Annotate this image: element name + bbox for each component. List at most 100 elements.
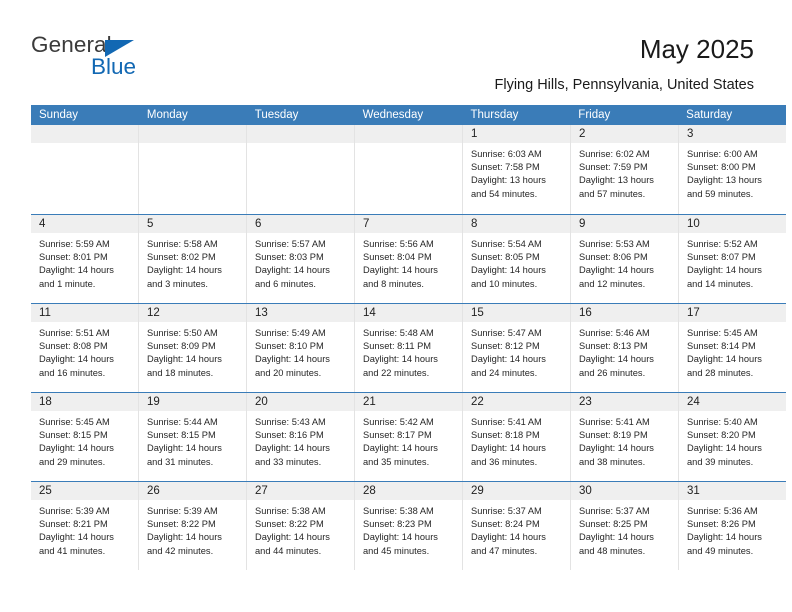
- calendar-day-cell[interactable]: 31 Sunrise: 5:36 AM Sunset: 8:26 PM Dayligh…: [678, 482, 786, 570]
- calendar-day-cell[interactable]: 9 Sunrise: 5:53 AM Sunset: 8:06 PM Daylight…: [570, 215, 678, 303]
- day-number: 17: [679, 304, 786, 322]
- calendar-day-cell[interactable]: 30 Sunrise: 5:37 AM Sunset: 8:25 PM Dayligh…: [570, 482, 678, 570]
- calendar-day-cell-empty: [138, 125, 246, 214]
- day-number: 13: [247, 304, 354, 322]
- day-sun-info: Sunrise: 5:45 AM Sunset: 8:14 PM Daylight:…: [679, 322, 786, 380]
- sunset-text: Sunset: 8:01 PM: [39, 252, 108, 263]
- calendar-week-row: 4 Sunrise: 5:59 AM Sunset: 8:01 PM Daylight…: [31, 214, 786, 303]
- daylight-text: Daylight: 14 hours and 18 minutes.: [147, 354, 222, 378]
- sunset-text: Sunset: 8:16 PM: [255, 430, 324, 441]
- sunrise-text: Sunrise: 5:51 AM: [39, 328, 110, 338]
- sunrise-text: Sunrise: 5:46 AM: [579, 328, 650, 338]
- calendar-day-cell[interactable]: 6 Sunrise: 5:57 AM Sunset: 8:03 PM Daylight…: [246, 215, 354, 303]
- calendar-day-cell[interactable]: 24 Sunrise: 5:40 AM Sunset: 8:20 PM Dayligh…: [678, 393, 786, 481]
- calendar-day-cell[interactable]: 21 Sunrise: 5:42 AM Sunset: 8:17 PM Dayligh…: [354, 393, 462, 481]
- sunrise-text: Sunrise: 5:53 AM: [579, 239, 650, 249]
- calendar-day-cell[interactable]: 28 Sunrise: 5:38 AM Sunset: 8:23 PM Dayligh…: [354, 482, 462, 570]
- day-number: 12: [139, 304, 246, 322]
- calendar-day-cell[interactable]: 8 Sunrise: 5:54 AM Sunset: 8:05 PM Daylight…: [462, 215, 570, 303]
- daylight-text: Daylight: 14 hours and 42 minutes.: [147, 532, 222, 556]
- sunrise-text: Sunrise: 5:45 AM: [39, 417, 110, 427]
- sunset-text: Sunset: 8:06 PM: [579, 252, 648, 263]
- day-sun-info: Sunrise: 6:00 AM Sunset: 8:00 PM Daylight:…: [679, 143, 786, 201]
- calendar-day-cell[interactable]: 17 Sunrise: 5:45 AM Sunset: 8:14 PM Dayligh…: [678, 304, 786, 392]
- calendar-day-cell[interactable]: 3 Sunrise: 6:00 AM Sunset: 8:00 PM Daylight…: [678, 125, 786, 214]
- weekday-header-thursday: Thursday: [470, 109, 519, 121]
- calendar-day-cell[interactable]: 14 Sunrise: 5:48 AM Sunset: 8:11 PM Dayligh…: [354, 304, 462, 392]
- calendar-day-cell[interactable]: 1 Sunrise: 6:03 AM Sunset: 7:58 PM Daylight…: [462, 125, 570, 214]
- calendar-day-cell[interactable]: 19 Sunrise: 5:44 AM Sunset: 8:15 PM Dayligh…: [138, 393, 246, 481]
- sunset-text: Sunset: 8:00 PM: [687, 162, 756, 173]
- sunset-text: Sunset: 8:03 PM: [255, 252, 324, 263]
- day-number: 31: [679, 482, 786, 500]
- general-blue-logo[interactable]: General Blue: [31, 33, 261, 86]
- calendar-day-cell[interactable]: 18 Sunrise: 5:45 AM Sunset: 8:15 PM Dayligh…: [31, 393, 138, 481]
- day-sun-info: Sunrise: 5:57 AM Sunset: 8:03 PM Daylight:…: [247, 233, 354, 291]
- calendar-day-cell[interactable]: 22 Sunrise: 5:41 AM Sunset: 8:18 PM Dayligh…: [462, 393, 570, 481]
- daylight-text: Daylight: 14 hours and 26 minutes.: [579, 354, 654, 378]
- sunset-text: Sunset: 8:20 PM: [687, 430, 756, 441]
- weekday-header-tuesday: Tuesday: [254, 109, 299, 121]
- sunrise-text: Sunrise: 5:40 AM: [687, 417, 758, 427]
- sunset-text: Sunset: 8:13 PM: [579, 341, 648, 352]
- sunrise-text: Sunrise: 5:48 AM: [363, 328, 434, 338]
- calendar-day-cell[interactable]: 20 Sunrise: 5:43 AM Sunset: 8:16 PM Dayligh…: [246, 393, 354, 481]
- calendar-day-cell[interactable]: 10 Sunrise: 5:52 AM Sunset: 8:07 PM Dayligh…: [678, 215, 786, 303]
- calendar-day-cell[interactable]: 25 Sunrise: 5:39 AM Sunset: 8:21 PM Dayligh…: [31, 482, 138, 570]
- daylight-text: Daylight: 14 hours and 6 minutes.: [255, 265, 330, 289]
- calendar-week-row: 25 Sunrise: 5:39 AM Sunset: 8:21 PM Dayligh…: [31, 481, 786, 570]
- calendar-day-cell[interactable]: 7 Sunrise: 5:56 AM Sunset: 8:04 PM Daylight…: [354, 215, 462, 303]
- calendar-day-cell[interactable]: 13 Sunrise: 5:49 AM Sunset: 8:10 PM Dayligh…: [246, 304, 354, 392]
- day-sun-info: Sunrise: 5:56 AM Sunset: 8:04 PM Daylight:…: [355, 233, 462, 291]
- calendar-day-cell[interactable]: 4 Sunrise: 5:59 AM Sunset: 8:01 PM Daylight…: [31, 215, 138, 303]
- sunset-text: Sunset: 8:17 PM: [363, 430, 432, 441]
- daylight-text: Daylight: 14 hours and 41 minutes.: [39, 532, 114, 556]
- day-sun-info: Sunrise: 5:38 AM Sunset: 8:23 PM Daylight:…: [355, 500, 462, 558]
- daylight-text: Daylight: 14 hours and 33 minutes.: [255, 443, 330, 467]
- sunset-text: Sunset: 8:22 PM: [147, 519, 216, 530]
- calendar-body: 1 Sunrise: 6:03 AM Sunset: 7:58 PM Daylight…: [31, 125, 786, 570]
- weekday-header-wednesday: Wednesday: [362, 109, 424, 121]
- daylight-text: Daylight: 14 hours and 31 minutes.: [147, 443, 222, 467]
- calendar-day-cell[interactable]: 27 Sunrise: 5:38 AM Sunset: 8:22 PM Dayligh…: [246, 482, 354, 570]
- day-number: 11: [31, 304, 138, 322]
- calendar-day-cell[interactable]: 15 Sunrise: 5:47 AM Sunset: 8:12 PM Dayligh…: [462, 304, 570, 392]
- day-number: 2: [571, 125, 678, 143]
- day-number: 19: [139, 393, 246, 411]
- sunset-text: Sunset: 8:15 PM: [39, 430, 108, 441]
- day-sun-info: Sunrise: 5:36 AM Sunset: 8:26 PM Daylight:…: [679, 500, 786, 558]
- day-sun-info: Sunrise: 5:40 AM Sunset: 8:20 PM Daylight:…: [679, 411, 786, 469]
- sunset-text: Sunset: 8:11 PM: [363, 341, 432, 352]
- calendar-day-cell[interactable]: 16 Sunrise: 5:46 AM Sunset: 8:13 PM Dayligh…: [570, 304, 678, 392]
- calendar-day-cell[interactable]: 26 Sunrise: 5:39 AM Sunset: 8:22 PM Dayligh…: [138, 482, 246, 570]
- daylight-text: Daylight: 14 hours and 49 minutes.: [687, 532, 762, 556]
- page-title: May 2025: [639, 34, 754, 64]
- sunrise-text: Sunrise: 5:56 AM: [363, 239, 434, 249]
- sunset-text: Sunset: 8:25 PM: [579, 519, 648, 530]
- day-number: 25: [31, 482, 138, 500]
- day-sun-info: Sunrise: 5:50 AM Sunset: 8:09 PM Daylight:…: [139, 322, 246, 380]
- daylight-text: Daylight: 14 hours and 12 minutes.: [579, 265, 654, 289]
- day-number: 23: [571, 393, 678, 411]
- day-sun-info: Sunrise: 5:58 AM Sunset: 8:02 PM Daylight:…: [139, 233, 246, 291]
- calendar-day-cell[interactable]: 29 Sunrise: 5:37 AM Sunset: 8:24 PM Dayligh…: [462, 482, 570, 570]
- daylight-text: Daylight: 13 hours and 57 minutes.: [579, 175, 654, 199]
- sunrise-text: Sunrise: 5:41 AM: [471, 417, 542, 427]
- daylight-text: Daylight: 14 hours and 3 minutes.: [147, 265, 222, 289]
- sunset-text: Sunset: 8:24 PM: [471, 519, 540, 530]
- daylight-text: Daylight: 14 hours and 48 minutes.: [579, 532, 654, 556]
- calendar-day-cell[interactable]: 12 Sunrise: 5:50 AM Sunset: 8:09 PM Dayligh…: [138, 304, 246, 392]
- day-number: 30: [571, 482, 678, 500]
- day-number: 24: [679, 393, 786, 411]
- day-sun-info: Sunrise: 5:37 AM Sunset: 8:25 PM Daylight:…: [571, 500, 678, 558]
- sunset-text: Sunset: 8:02 PM: [147, 252, 216, 263]
- calendar-day-cell[interactable]: 23 Sunrise: 5:41 AM Sunset: 8:19 PM Dayligh…: [570, 393, 678, 481]
- sunset-text: Sunset: 7:58 PM: [471, 162, 540, 173]
- calendar-day-cell[interactable]: 5 Sunrise: 5:58 AM Sunset: 8:02 PM Daylight…: [138, 215, 246, 303]
- day-sun-info: Sunrise: 5:38 AM Sunset: 8:22 PM Daylight:…: [247, 500, 354, 558]
- sunrise-text: Sunrise: 5:39 AM: [147, 506, 218, 516]
- sunset-text: Sunset: 8:07 PM: [687, 252, 756, 263]
- sunset-text: Sunset: 8:08 PM: [39, 341, 108, 352]
- calendar-day-cell[interactable]: 2 Sunrise: 6:02 AM Sunset: 7:59 PM Daylight…: [570, 125, 678, 214]
- calendar-day-cell[interactable]: 11 Sunrise: 5:51 AM Sunset: 8:08 PM Dayligh…: [31, 304, 138, 392]
